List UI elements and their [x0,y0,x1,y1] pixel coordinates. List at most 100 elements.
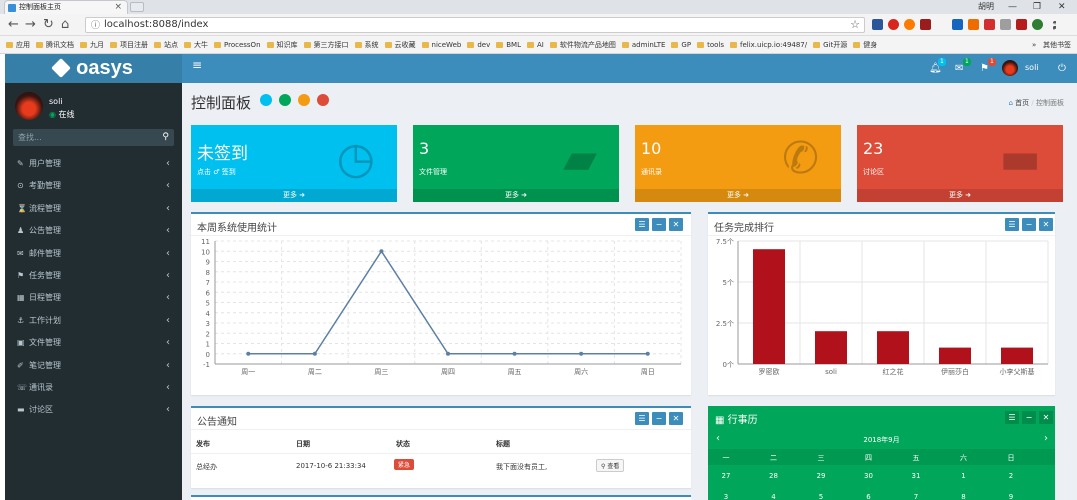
calendar-day[interactable]: 28 [759,472,789,480]
mail-icon[interactable]: ✉ [955,63,963,74]
panel-close-button[interactable]: ✕ [1039,411,1053,424]
extension-icon[interactable] [968,19,979,30]
tab-close-icon[interactable]: × [114,1,122,14]
bookmark-item[interactable]: 应用 [6,36,30,53]
bookmark-item[interactable]: 知识库 [267,36,298,53]
panel-menu-button[interactable]: ☰ [1005,411,1019,424]
sidebar-item[interactable]: ✉ 邮件管理 ‹ [5,243,182,265]
header-user-name[interactable]: soli [1025,63,1039,72]
view-button[interactable]: ⚲ 查看 [596,459,625,472]
sidebar-item[interactable]: ⌛ 流程管理 ‹ [5,198,182,220]
sidebar-item[interactable]: ☏ 通讯录 ‹ [5,377,182,399]
sidebar-item[interactable]: ▣ 文件管理 ‹ [5,332,182,354]
panel-menu-button[interactable]: ☰ [635,412,649,425]
app-logo[interactable]: oasys [5,54,182,83]
panel-collapse-button[interactable]: − [1022,218,1036,231]
stat-more-link[interactable]: 更多 ➜ [413,189,619,202]
color-dot[interactable] [260,94,272,106]
sidebar-item[interactable]: ⊙ 考勤管理 ‹ [5,175,182,197]
sidebar-item[interactable]: ♟ 公告管理 ‹ [5,220,182,242]
bookmark-item[interactable]: 系统 [355,36,379,53]
breadcrumb-home[interactable]: 首页 [1015,99,1029,107]
panel-close-button[interactable]: ✕ [1039,218,1053,231]
panel-collapse-button[interactable]: − [652,218,666,231]
calendar-day[interactable]: 31 [901,472,931,480]
bookmark-item[interactable]: Git开源 [813,36,847,53]
panel-menu-button[interactable]: ☰ [635,218,649,231]
calendar-day[interactable]: 9 [996,493,1026,500]
bookmark-item[interactable]: adminLTE [622,36,666,53]
sidebar-item[interactable]: ▬ 讨论区 ‹ [5,399,182,421]
bookmarks-overflow[interactable]: » 其他书签 [1032,36,1071,53]
calendar-day[interactable]: 2 [996,472,1026,480]
new-tab-button[interactable] [130,2,144,12]
notice-title[interactable]: 我下面没有员工, [496,462,547,472]
calendar-day[interactable]: 3 [711,493,741,500]
extension-icon[interactable] [1016,19,1027,30]
reload-icon[interactable]: ↻ [43,17,54,33]
panel-menu-button[interactable]: ☰ [1005,218,1019,231]
bookmark-item[interactable]: dev [467,36,490,53]
bookmark-item[interactable]: 健身 [853,36,877,53]
search-icon[interactable]: ⚲ [162,129,169,146]
bookmark-item[interactable]: 站点 [154,36,178,53]
extension-icon[interactable] [1000,19,1011,30]
calendar-day[interactable]: 29 [806,472,836,480]
calendar-day[interactable]: 30 [854,472,884,480]
panel-collapse-button[interactable]: − [652,412,666,425]
browser-tab[interactable]: 控制面板主页 × [4,0,128,14]
sidebar-item[interactable]: ⚑ 任务管理 ‹ [5,265,182,287]
bookmarks-more[interactable]: » [1032,41,1036,49]
sidebar-item[interactable]: ✐ 笔记管理 ‹ [5,355,182,377]
bookmark-item[interactable]: AI [527,36,544,53]
bookmark-star-icon[interactable]: ☆ [850,18,860,32]
profile-name[interactable]: 胡明 [978,0,994,14]
extension-icon[interactable] [872,19,883,30]
other-bookmarks[interactable]: 其他书签 [1043,41,1071,49]
stat-more-link[interactable]: 更多 ➜ [635,189,841,202]
maximize-icon[interactable]: ❐ [1033,0,1041,14]
bookmark-item[interactable]: GP [671,36,691,53]
extension-icon[interactable] [888,19,899,30]
color-dot[interactable] [279,94,291,106]
stat-more-link[interactable]: 更多 ➜ [857,189,1063,202]
checkin-link[interactable]: 点击 ♂ 签到 [197,167,236,177]
calendar-day[interactable]: 8 [949,493,979,500]
home-icon[interactable]: ⌂ [61,17,69,33]
calendar-day[interactable]: 5 [806,493,836,500]
calendar-day[interactable]: 4 [759,493,789,500]
panel-collapse-button[interactable]: − [1022,411,1036,424]
header-avatar[interactable] [1002,60,1018,76]
calendar-day[interactable]: 1 [949,472,979,480]
bookmark-item[interactable]: 项目注册 [110,36,148,53]
bookmark-item[interactable]: 腾讯文档 [36,36,74,53]
sidebar-item[interactable]: ⚓ 工作计划 ‹ [5,310,182,332]
bookmark-item[interactable]: felix.uicp.io:49487/ [730,36,807,53]
power-icon[interactable]: ⏻ [1058,63,1066,74]
sidebar-toggle-icon[interactable]: ≡ [192,58,202,72]
bookmark-item[interactable]: 九月 [80,36,104,53]
extension-icon[interactable] [1032,19,1043,30]
bookmark-item[interactable]: BML [496,36,521,53]
url-input[interactable]: ⓘ localhost:8088/index ☆ [85,17,865,33]
panel-close-button[interactable]: ✕ [669,218,683,231]
calendar-day[interactable]: 7 [901,493,931,500]
bookmark-item[interactable]: 云收藏 [385,36,416,53]
bookmark-item[interactable]: niceWeb [422,36,462,53]
extension-icon[interactable] [984,19,995,30]
forward-icon[interactable]: → [25,17,36,33]
minimize-icon[interactable]: — [1008,0,1017,14]
sidebar-item[interactable]: ▦ 日程管理 ‹ [5,287,182,309]
bookmark-item[interactable]: 第三方接口 [304,36,349,53]
calendar-day[interactable]: 27 [711,472,741,480]
bookmark-item[interactable]: tools [697,36,724,53]
color-dot[interactable] [317,94,329,106]
extension-icon[interactable] [920,19,931,30]
sidebar-search-input[interactable]: 查找... ⚲ [13,129,174,146]
bookmark-item[interactable]: 软件物流产品地图 [550,36,616,53]
extension-icon[interactable] [904,19,915,30]
panel-close-button[interactable]: ✕ [669,412,683,425]
color-dot[interactable] [298,94,310,106]
sidebar-item[interactable]: ✎ 用户管理 ‹ [5,153,182,175]
bookmark-item[interactable]: 大牛 [184,36,208,53]
